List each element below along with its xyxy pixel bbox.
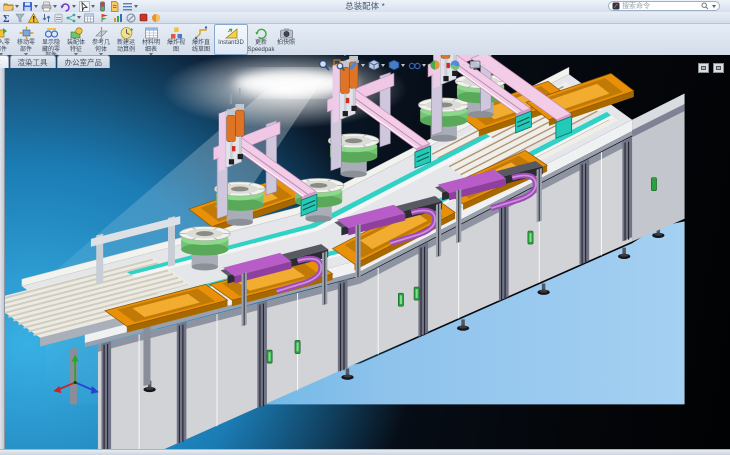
edit-appearance-icon[interactable]: [429, 59, 446, 71]
rebuild-icon[interactable]: [97, 1, 108, 12]
tab-render-tools[interactable]: 渲染工具: [10, 55, 56, 68]
interference-warning-icon[interactable]: [28, 13, 39, 23]
search-commands-input[interactable]: 搜索命令: [608, 1, 720, 11]
bill-of-materials-button[interactable]: 材料明 细表: [139, 24, 163, 55]
clipboard-icon[interactable]: [54, 13, 63, 23]
tab-office-products[interactable]: 办公室产品: [57, 55, 111, 68]
render-flag-icon[interactable]: [100, 13, 110, 23]
share-icon[interactable]: [66, 13, 81, 23]
feature-manager-strip[interactable]: [0, 55, 5, 449]
exploded-view-button[interactable]: 爆炸视 图: [164, 24, 188, 55]
view-settings-icon[interactable]: [469, 59, 486, 71]
move-component-button[interactable]: 移动零 部件: [14, 24, 38, 55]
insert-component-button[interactable]: 插入零 部件: [0, 24, 13, 55]
search-icon[interactable]: [701, 2, 709, 10]
search-options-caret[interactable]: [712, 5, 716, 8]
window-split-icon[interactable]: [713, 63, 724, 73]
color-chart-icon[interactable]: [113, 13, 123, 23]
search-placeholder: 搜索命令: [622, 1, 699, 11]
apply-scene-icon[interactable]: [449, 59, 466, 71]
display-style-icon[interactable]: [388, 59, 405, 71]
options-icon[interactable]: [121, 1, 139, 12]
take-snapshot-button[interactable]: 拍快照: [274, 24, 298, 55]
equations-icon[interactable]: Σ: [2, 13, 12, 23]
undo-icon[interactable]: [59, 1, 77, 12]
stop-render-icon[interactable]: [139, 13, 148, 22]
instant3d-button[interactable]: Instant3D: [214, 24, 248, 55]
print-icon[interactable]: [40, 1, 58, 12]
quick-access-toolbar: [0, 1, 139, 12]
table-grid-icon[interactable]: [84, 13, 94, 23]
open-icon[interactable]: [2, 1, 20, 12]
solidworks-window: 总装配体 * 搜索命令 Σ 插入零 部件 移动零 部件: [0, 0, 730, 455]
machine-3d-model: [0, 55, 730, 449]
ribbon-tab-strip: 装配体 渲染工具 办公室产品: [0, 55, 111, 68]
graphics-viewport[interactable]: [0, 55, 730, 449]
title-bar: 总装配体 * 搜索命令: [0, 0, 730, 12]
section-view-icon[interactable]: [348, 59, 365, 71]
svg-text:Σ: Σ: [3, 14, 10, 23]
status-bar: [0, 449, 730, 455]
reorder-icon[interactable]: [42, 13, 51, 23]
headsup-view-toolbar: [318, 59, 486, 71]
update-speedpak-button[interactable]: 更新 Speedpak: [249, 24, 273, 55]
viewport-window-buttons: [698, 63, 724, 73]
main-area: 装配体 渲染工具 办公室产品: [0, 55, 730, 449]
view-orientation-icon[interactable]: [368, 59, 385, 71]
tab-assembly[interactable]: 装配体: [0, 55, 9, 68]
zoom-fit-icon[interactable]: [318, 59, 330, 71]
save-icon[interactable]: [21, 1, 39, 12]
material-ball-icon[interactable]: [151, 13, 161, 23]
explode-line-sketch-button[interactable]: 爆炸直 线草图: [189, 24, 213, 55]
show-hidden-components-button[interactable]: 显示隐 藏的零 部件: [39, 24, 63, 55]
filter-icon[interactable]: [15, 13, 25, 23]
assembly-features-button[interactable]: 装配体 特征: [64, 24, 88, 55]
window-restore-icon[interactable]: [698, 63, 709, 73]
hide-show-items-icon[interactable]: [408, 59, 426, 71]
new-motion-study-button[interactable]: 新建运 动算例: [114, 24, 138, 55]
command-manager-ribbon: 插入零 部件 移动零 部件 显示隐 藏的零 部件 装配体 特征 参考几 何体 新…: [0, 24, 730, 55]
sw-logo-icon: [612, 2, 620, 10]
reference-geometry-button[interactable]: 参考几 何体: [89, 24, 113, 55]
select-icon[interactable]: [78, 1, 96, 12]
utility-toolbar: Σ: [0, 12, 730, 24]
disable-render-icon[interactable]: [126, 13, 136, 23]
zoom-area-icon[interactable]: [333, 59, 345, 71]
file-properties-icon[interactable]: [109, 1, 120, 12]
